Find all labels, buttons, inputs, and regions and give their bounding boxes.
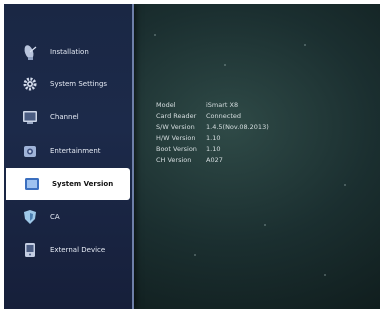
info-key: Boot Version [156, 144, 197, 153]
menu-item-ca[interactable]: CA [4, 201, 132, 233]
info-key: CH Version [156, 155, 192, 164]
info-key: H/W Version [156, 133, 196, 142]
info-value: 1.4.5(Nov.08.2013) [206, 122, 269, 131]
system-info-panel: Model iSmart X8 Card Reader Connected S/… [156, 99, 296, 165]
info-row-card-reader: Card Reader Connected [156, 110, 296, 121]
info-icon [22, 174, 42, 194]
menu-item-system-settings[interactable]: System Settings [4, 68, 132, 100]
tv-screen: Installation System Settings Channel Ent… [4, 4, 380, 309]
info-value: Connected [206, 111, 242, 120]
info-row-ch-version: CH Version A027 [156, 154, 296, 165]
info-row-boot-version: Boot Version 1.10 [156, 143, 296, 154]
menu-label: Channel [50, 113, 79, 121]
menu-item-system-version[interactable]: System Version [6, 168, 130, 200]
info-row-hw-version: H/W Version 1.10 [156, 132, 296, 143]
info-row-sw-version: S/W Version 1.4.5(Nov.08.2013) [156, 121, 296, 132]
menu-label: System Settings [50, 80, 108, 88]
camera-icon [20, 141, 40, 161]
info-key: Model [156, 100, 176, 109]
menu-label: Entertainment [50, 147, 101, 155]
settings-sidebar: Installation System Settings Channel Ent… [4, 4, 134, 309]
menu-label: CA [50, 213, 60, 221]
menu-label: System Version [52, 180, 114, 188]
menu-item-channel[interactable]: Channel [4, 101, 132, 133]
menu-item-external-device[interactable]: External Device [4, 234, 132, 266]
info-value: A027 [206, 155, 223, 164]
gear-icon [20, 74, 40, 94]
menu-item-entertainment[interactable]: Entertainment [4, 135, 132, 167]
satellite-dish-icon [20, 42, 40, 62]
tv-icon [20, 107, 40, 127]
menu-label: External Device [50, 246, 106, 254]
info-value: 1.10 [206, 144, 221, 153]
info-row-model: Model iSmart X8 [156, 99, 296, 110]
info-value: 1.10 [206, 133, 221, 142]
menu-item-installation[interactable]: Installation [4, 36, 132, 68]
info-key: S/W Version [156, 122, 195, 131]
menu-label: Installation [50, 48, 89, 56]
device-icon [20, 240, 40, 260]
info-value: iSmart X8 [206, 100, 239, 109]
shield-icon [20, 207, 40, 227]
info-key: Card Reader [156, 111, 197, 120]
